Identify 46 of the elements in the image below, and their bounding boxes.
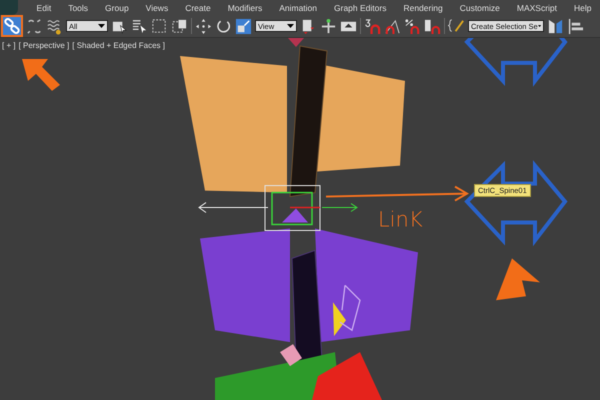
angle-snap-icon[interactable] — [384, 18, 401, 34]
link-button[interactable] — [1, 15, 23, 37]
menu-item[interactable]: Rendering — [394, 2, 452, 12]
viewport-label[interactable]: [ Shaded + Edged Faces ] — [72, 41, 165, 50]
pivot-center-icon[interactable] — [300, 18, 317, 34]
mirror-icon[interactable] — [547, 18, 564, 34]
x-axis-arrow — [198, 202, 268, 214]
menu-item[interactable]: Edit — [28, 2, 60, 12]
menu-item[interactable]: Customize — [451, 2, 508, 12]
viewport-label[interactable]: [ Perspective ] — [18, 41, 70, 50]
menu-item[interactable]: Animation — [270, 2, 326, 12]
menu-item[interactable]: Views — [137, 2, 177, 12]
transform-gizmo — [264, 185, 320, 231]
edit-named-selection-icon[interactable] — [448, 18, 465, 34]
small-pyramid — [280, 344, 302, 366]
scale-icon[interactable] — [235, 18, 252, 34]
pointer-arrow — [22, 58, 60, 91]
window-crossing-icon[interactable] — [171, 18, 188, 34]
unlink-icon[interactable] — [26, 18, 43, 34]
move-icon[interactable] — [195, 18, 212, 34]
select-by-name-icon[interactable] — [131, 18, 148, 34]
pointer-arrow — [496, 258, 540, 300]
handwritten-annotation: LinK — [378, 208, 423, 232]
rotate-icon[interactable] — [215, 18, 232, 34]
snap-toggle-icon[interactable] — [364, 18, 381, 34]
rectangle-selection-icon[interactable] — [151, 18, 168, 34]
menu-item[interactable]: Graph Editors — [326, 2, 395, 12]
foreground-object — [312, 352, 382, 400]
chain-link-icon — [4, 18, 20, 34]
menu-item[interactable]: Help — [566, 2, 600, 12]
viewport-label[interactable]: [ + ] — [2, 41, 16, 50]
percent-snap-icon[interactable] — [404, 18, 421, 34]
menu-item[interactable]: MAXScript — [508, 2, 566, 12]
menu-item[interactable]: Tools — [60, 2, 97, 12]
menu-item[interactable]: Create — [176, 2, 220, 12]
spinner-snap-icon[interactable] — [424, 18, 441, 34]
caret-icon — [287, 24, 294, 28]
menu-item[interactable]: Modifiers — [219, 2, 271, 12]
caret-icon — [538, 24, 541, 28]
y-axis-arrow — [322, 203, 358, 212]
caret-icon — [98, 24, 105, 28]
center-pyramid — [282, 208, 308, 222]
wireframe-shape — [339, 284, 361, 332]
align-icon[interactable] — [567, 18, 584, 34]
menu-item[interactable]: Group — [96, 2, 138, 12]
side-pyramid — [333, 302, 346, 336]
